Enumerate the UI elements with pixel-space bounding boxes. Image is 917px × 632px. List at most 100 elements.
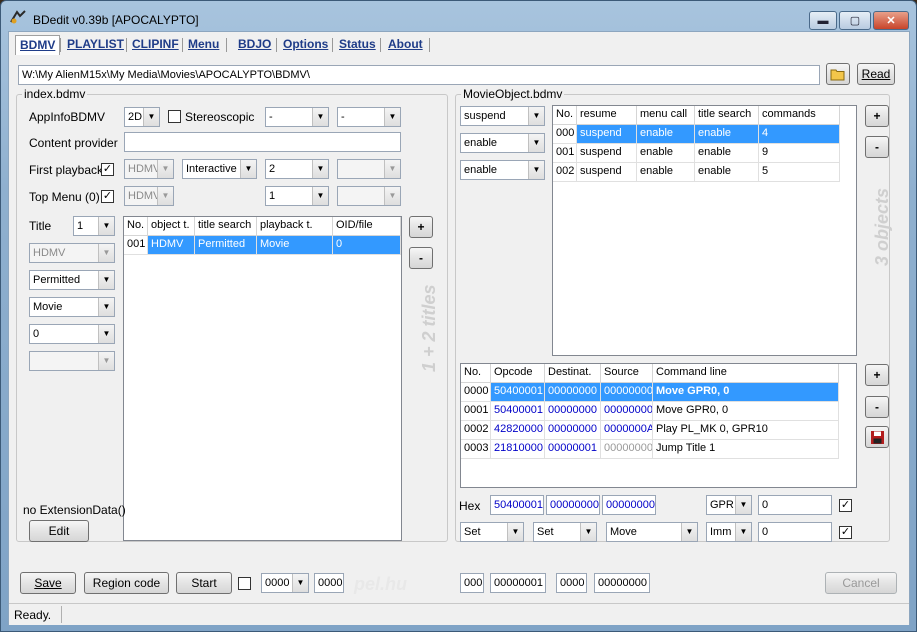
row-number[interactable]: 000 <box>553 125 577 144</box>
row-number[interactable]: 0003 <box>461 440 491 459</box>
row-number[interactable]: 0002 <box>461 421 491 440</box>
column-header[interactable]: No. <box>553 106 577 125</box>
table-cell[interactable]: suspend <box>577 125 637 144</box>
column-header[interactable]: Destinat. <box>545 364 601 383</box>
hex-source-input[interactable]: 00000000 <box>602 495 656 515</box>
field-a[interactable]: 000 <box>460 573 484 593</box>
save-button[interactable]: Save <box>20 572 76 594</box>
appinfo-combo-1[interactable]: - ▼ <box>265 107 329 127</box>
path-input[interactable]: W:\My AlienM15x\My Media\Movies\APOCALYP… <box>18 65 820 85</box>
title-search-select[interactable]: enable ▼ <box>460 160 545 180</box>
start-value-input[interactable]: 0000 <box>314 573 344 593</box>
title-search-select[interactable]: Permitted ▼ <box>29 270 115 290</box>
gpr-value-input[interactable]: 0 <box>758 495 832 515</box>
save-command-button[interactable] <box>865 426 889 448</box>
table-cell[interactable]: enable <box>637 125 695 144</box>
close-button[interactable]: ✕ <box>873 11 909 30</box>
stereoscopic-checkbox[interactable] <box>168 110 181 123</box>
start-checkbox[interactable] <box>238 577 251 590</box>
command-line-cell[interactable]: Move GPR0, 0 <box>653 402 839 421</box>
column-header[interactable]: No. <box>461 364 491 383</box>
add-object-button[interactable]: + <box>865 105 889 127</box>
table-cell[interactable]: enable <box>637 144 695 163</box>
table-cell[interactable]: suspend <box>577 163 637 182</box>
top-menu-extra-select[interactable]: ▼ <box>337 186 401 206</box>
column-header[interactable]: OID/file <box>333 217 401 236</box>
read-button[interactable]: Read <box>857 63 895 85</box>
title-type-select[interactable]: HDMV ▼ <box>29 243 115 263</box>
menu-call-select[interactable]: enable ▼ <box>460 133 545 153</box>
browse-folder-button[interactable] <box>826 63 850 85</box>
tab-about[interactable]: About <box>384 35 427 55</box>
resume-select[interactable]: suspend ▼ <box>460 106 545 126</box>
table-cell[interactable]: 0 <box>333 236 401 255</box>
table-cell[interactable]: enable <box>695 163 759 182</box>
hex-destination-input[interactable]: 00000000 <box>546 495 600 515</box>
operation-select[interactable]: Move ▼ <box>606 522 698 542</box>
opcode-cell[interactable]: 50400001 <box>491 383 545 402</box>
table-cell[interactable]: HDMV <box>148 236 195 255</box>
appinfo-combo-2[interactable]: - ▼ <box>337 107 401 127</box>
row-number[interactable]: 0001 <box>461 402 491 421</box>
minimize-button[interactable]: ▬ <box>809 11 837 30</box>
tab-bdjo[interactable]: BDJO <box>234 35 275 55</box>
first-playback-mode-select[interactable]: Interactive ▼ <box>182 159 257 179</box>
column-header[interactable]: menu call <box>637 106 695 125</box>
column-header[interactable]: commands <box>759 106 840 125</box>
gpr-checkbox[interactable]: ✓ <box>839 499 852 512</box>
source-cell[interactable]: 00000000 <box>601 440 653 459</box>
top-menu-type-select[interactable]: HDMV ▼ <box>124 186 174 206</box>
table-cell[interactable]: suspend <box>577 144 637 163</box>
playback-type-select[interactable]: Movie ▼ <box>29 297 115 317</box>
set-select-1[interactable]: Set ▼ <box>460 522 524 542</box>
hex-opcode-input[interactable]: 50400001 <box>490 495 544 515</box>
tab-menu[interactable]: Menu <box>184 35 223 55</box>
field-b[interactable]: 00000001 <box>490 573 546 593</box>
command-line-cell[interactable]: Move GPR0, 0 <box>653 383 839 402</box>
imm-select[interactable]: Imm ▼ <box>706 522 752 542</box>
top-menu-checkbox[interactable]: ✓ <box>101 190 114 203</box>
oid-select[interactable]: 0 ▼ <box>29 324 115 344</box>
field-d[interactable]: 00000000 <box>594 573 650 593</box>
destination-cell[interactable]: 00000000 <box>545 402 601 421</box>
row-number[interactable]: 002 <box>553 163 577 182</box>
first-playback-checkbox[interactable]: ✓ <box>101 163 114 176</box>
add-title-button[interactable]: + <box>409 216 433 238</box>
column-header[interactable]: Source <box>601 364 653 383</box>
destination-cell[interactable]: 00000001 <box>545 440 601 459</box>
table-cell[interactable]: 5 <box>759 163 840 182</box>
remove-command-button[interactable]: - <box>865 396 889 418</box>
remove-object-button[interactable]: - <box>865 136 889 158</box>
column-header[interactable]: object t. <box>148 217 195 236</box>
appinfo-mode-select[interactable]: 2D ▼ <box>124 107 160 127</box>
region-code-button[interactable]: Region code <box>84 572 169 594</box>
opcode-cell[interactable]: 42820000 <box>491 421 545 440</box>
field-c[interactable]: 0000 <box>556 573 587 593</box>
imm-value-input[interactable]: 0 <box>758 522 832 542</box>
top-menu-num-select[interactable]: 1 ▼ <box>265 186 329 206</box>
cancel-button[interactable]: Cancel <box>825 572 897 594</box>
first-playback-type-select[interactable]: HDMV ▼ <box>124 159 174 179</box>
opcode-cell[interactable]: 21810000 <box>491 440 545 459</box>
destination-cell[interactable]: 00000000 <box>545 421 601 440</box>
edit-button[interactable]: Edit <box>29 520 89 542</box>
extra-select[interactable]: ▼ <box>29 351 115 371</box>
command-line-cell[interactable]: Play PL_MK 0, GPR10 <box>653 421 839 440</box>
column-header[interactable]: title search <box>195 217 257 236</box>
title-bar[interactable]: BDedit v0.39b [APOCALYPTO] ▬ ▢ ✕ <box>1 1 916 31</box>
source-cell[interactable]: 00000000 <box>601 402 653 421</box>
column-header[interactable]: resume <box>577 106 637 125</box>
row-number[interactable]: 001 <box>553 144 577 163</box>
column-header[interactable]: Opcode <box>491 364 545 383</box>
title-num-select[interactable]: 1 ▼ <box>73 216 115 236</box>
destination-cell[interactable]: 00000000 <box>545 383 601 402</box>
table-cell[interactable]: 4 <box>759 125 840 144</box>
column-header[interactable]: No. <box>124 217 148 236</box>
add-command-button[interactable]: + <box>865 364 889 386</box>
tab-options[interactable]: Options <box>279 35 332 55</box>
start-value-select[interactable]: 0000 ▼ <box>261 573 309 593</box>
row-number[interactable]: 0000 <box>461 383 491 402</box>
table-cell[interactable]: Movie <box>257 236 333 255</box>
tab-status[interactable]: Status <box>335 35 380 55</box>
table-cell[interactable]: 9 <box>759 144 840 163</box>
